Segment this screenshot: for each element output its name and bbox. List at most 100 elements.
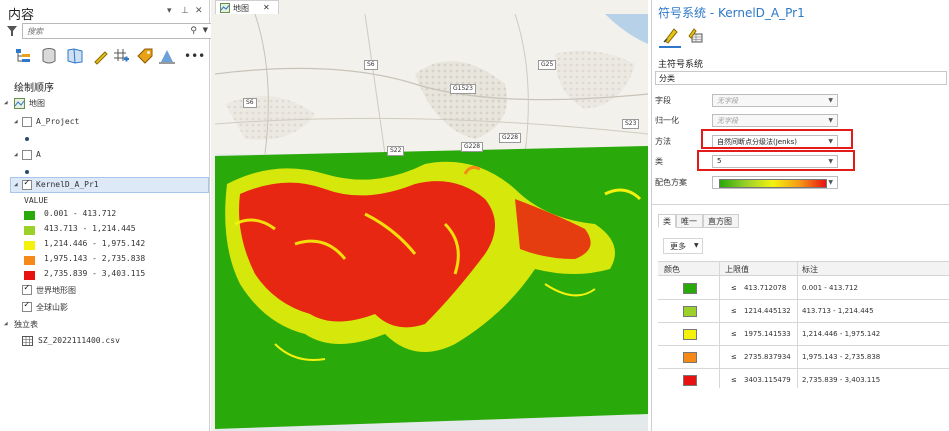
- layer-label: A_Project: [36, 117, 80, 126]
- table-row[interactable]: ≤ 2735.837934 1,975.143 - 2,735.838: [658, 346, 949, 369]
- primary-symbology-icon[interactable]: [662, 26, 680, 44]
- visibility-checkbox[interactable]: [22, 300, 32, 312]
- road-label: S23: [622, 119, 640, 129]
- close-tab-icon[interactable]: ✕: [263, 3, 270, 12]
- symbology-title: 符号系统 - KernelD_A_Pr1: [658, 6, 805, 20]
- class-color-swatch[interactable]: [683, 283, 697, 294]
- upper-value[interactable]: 2735.837934: [744, 353, 791, 361]
- tree-layer-hillshade[interactable]: 全球山影: [0, 300, 200, 315]
- selection-icon[interactable]: [66, 47, 84, 65]
- filter-icon[interactable]: [6, 25, 18, 37]
- close-pane-icon[interactable]: ✕: [195, 6, 203, 16]
- visibility-checkbox[interactable]: [22, 178, 32, 190]
- col-header-label: 标注: [802, 265, 818, 274]
- basemap: [215, 14, 648, 431]
- color-scheme-select[interactable]: ▼: [712, 176, 838, 189]
- legend-swatch[interactable]: [24, 271, 35, 280]
- chevron-down-icon: ▼: [828, 117, 833, 124]
- table-row[interactable]: ≤ 1975.141533 1,214.446 - 1,975.142: [658, 323, 949, 346]
- class-color-swatch[interactable]: [683, 352, 697, 363]
- upper-value[interactable]: 1214.445132: [744, 307, 791, 315]
- table-row[interactable]: ≤ 413.712078 0.001 - 413.712: [658, 277, 949, 300]
- search-input[interactable]: [23, 24, 173, 38]
- tab-histogram[interactable]: 直方图: [703, 214, 739, 228]
- pane-options-icon[interactable]: ▾: [167, 6, 172, 16]
- normalization-select[interactable]: 无字段 ▼: [712, 114, 838, 127]
- collapse-arrow-icon[interactable]: ◢: [14, 118, 18, 125]
- collapse-arrow-icon[interactable]: ◢: [4, 320, 8, 327]
- tree-layer-kernel[interactable]: ◢ KernelD_A_Pr1: [0, 178, 200, 193]
- class-color-swatch[interactable]: [683, 329, 697, 340]
- field-select[interactable]: 无字段 ▼: [712, 94, 838, 107]
- contents-pane: 内容 ▾ ⊥ ✕ ⚲ ▼: [0, 0, 212, 431]
- snapping-icon[interactable]: [112, 47, 130, 65]
- vary-symbology-icon[interactable]: [686, 26, 704, 44]
- pin-icon[interactable]: ⊥: [181, 6, 189, 16]
- map-canvas[interactable]: S6 G25 G1523 S6 S23 G228 G228 S22: [215, 14, 648, 431]
- table-row[interactable]: ≤ 1214.445132 413.713 - 1,214.445: [658, 300, 949, 323]
- classes-table: 颜色 上限值 标注 ≤ 413.712078 0.001 - 413.712 ≤…: [658, 261, 949, 388]
- search-box[interactable]: ⚲ ▼: [22, 23, 212, 39]
- road-label: S6: [243, 98, 257, 108]
- more-button-label: 更多: [670, 242, 686, 251]
- upper-value[interactable]: 3403.115479: [744, 376, 791, 384]
- upper-value[interactable]: 1975.141533: [744, 330, 791, 338]
- table-row[interactable]: ≤ 3403.115479 2,735.839 - 3,403.115: [658, 369, 949, 392]
- renderer-type-select[interactable]: 分类: [655, 71, 947, 85]
- tree-layer-a-project[interactable]: ◢ A_Project: [0, 116, 200, 130]
- tab-map[interactable]: 地图 ✕: [215, 0, 279, 14]
- collapse-arrow-icon[interactable]: ◢: [14, 151, 18, 158]
- tab-histogram-label: 直方图: [708, 217, 732, 226]
- tree-standalone-tables[interactable]: ◢ 独立表: [0, 318, 200, 332]
- tree-layer-topo[interactable]: 世界地形图: [0, 283, 200, 298]
- point-symbol-icon: [25, 170, 29, 174]
- legend-swatch[interactable]: [24, 211, 35, 220]
- le-symbol: ≤: [731, 376, 737, 384]
- more-button[interactable]: 更多 ▼: [663, 238, 703, 254]
- legend-swatch[interactable]: [24, 241, 35, 250]
- tab-unique[interactable]: 唯一: [676, 214, 703, 228]
- point-symbol-icon: [25, 137, 29, 141]
- data-source-icon[interactable]: [40, 47, 58, 65]
- layer-label: 全球山影: [36, 303, 68, 312]
- map-view: 地图 ✕ S6 G25 G1523 S6 S23 G228 G228 S22: [211, 0, 648, 431]
- col-header-upper: 上限值: [725, 265, 749, 274]
- class-label[interactable]: 2,735.839 - 3,403.115: [802, 376, 880, 384]
- tab-classes[interactable]: 类: [658, 214, 676, 228]
- chevron-down-icon: ▼: [828, 179, 833, 186]
- class-label[interactable]: 0.001 - 413.712: [802, 284, 858, 292]
- tree-map[interactable]: ◢ 地图: [0, 97, 200, 111]
- list-by-perspective-icon[interactable]: [158, 47, 176, 65]
- visibility-checkbox[interactable]: [22, 150, 32, 160]
- legend-swatch[interactable]: [24, 256, 35, 265]
- labeling-icon[interactable]: [136, 47, 154, 65]
- search-dropdown-icon[interactable]: ▼: [203, 26, 208, 34]
- tree-layer-a[interactable]: ◢ A: [0, 149, 200, 163]
- class-label[interactable]: 1,214.446 - 1,975.142: [802, 330, 880, 338]
- le-symbol: ≤: [731, 307, 737, 315]
- classes-highlight-box: [697, 150, 855, 171]
- legend-swatch[interactable]: [24, 226, 35, 235]
- visibility-checkbox[interactable]: [22, 117, 32, 127]
- legend-class-label: 2,735.839 - 3,403.115: [44, 269, 146, 278]
- renderer-type-value: 分类: [659, 74, 675, 83]
- visibility-checkbox[interactable]: [22, 283, 32, 295]
- collapse-arrow-icon[interactable]: ◢: [4, 99, 8, 106]
- tree-table-csv[interactable]: SZ_2022111400.csv: [0, 335, 200, 349]
- class-label[interactable]: 413.713 - 1,214.445: [802, 307, 874, 315]
- class-label[interactable]: 1,975.143 - 2,735.838: [802, 353, 880, 361]
- classes-table-header: 颜色 上限值 标注: [658, 262, 949, 276]
- search-icon[interactable]: ⚲: [190, 26, 197, 36]
- class-color-swatch[interactable]: [683, 375, 697, 386]
- road-label: S6: [364, 60, 378, 70]
- upper-value[interactable]: 413.712078: [744, 284, 786, 292]
- class-color-swatch[interactable]: [683, 306, 697, 317]
- drawing-order-icon[interactable]: [14, 47, 32, 65]
- editing-icon[interactable]: [92, 47, 110, 65]
- collapse-arrow-icon[interactable]: ◢: [14, 181, 18, 188]
- map-icon: [14, 98, 25, 109]
- legend-field-name: VALUE: [24, 196, 49, 205]
- legend-class-label: 1,214.446 - 1,975.142: [44, 239, 146, 248]
- more-options-icon[interactable]: •••: [184, 49, 205, 67]
- road-label: G228: [499, 133, 522, 143]
